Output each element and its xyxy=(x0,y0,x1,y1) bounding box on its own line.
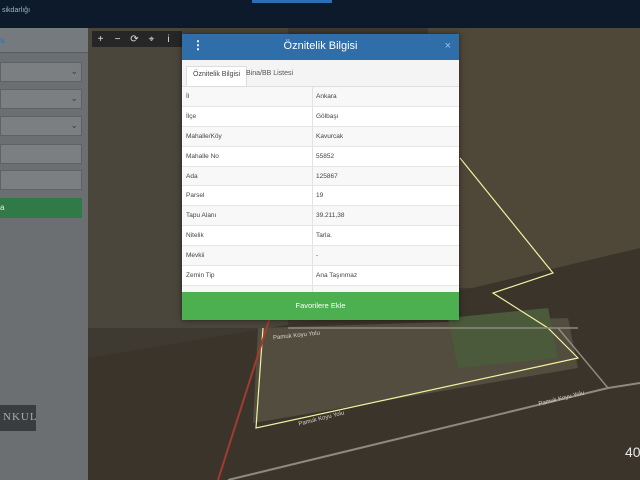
attribute-table: İl Ankara İlçe Gölbaşı Mahalle/Köy Kavurcak Ma… xyxy=(182,87,459,306)
column-divider xyxy=(312,146,313,166)
sidebar-header: is xyxy=(0,28,88,53)
active-tab-indicator xyxy=(252,0,332,3)
refresh-icon[interactable]: ⟳ xyxy=(126,31,143,47)
attribute-key: Mahalle/Köy xyxy=(186,132,222,140)
table-row: İlçe Gölbaşı xyxy=(182,106,459,127)
column-divider xyxy=(312,246,313,266)
attribute-key: Ada xyxy=(186,172,198,180)
table-row: Tapu Alanı 39.211,38 xyxy=(182,206,459,227)
attribute-key: Mevkii xyxy=(186,252,205,260)
column-divider xyxy=(312,186,313,206)
column-divider xyxy=(312,226,313,246)
info-icon[interactable]: i xyxy=(160,31,177,47)
attribute-key: Mahalle No xyxy=(186,152,219,160)
add-to-favorites-label: Favorilere Ekle xyxy=(295,301,346,310)
table-row: İl Ankara xyxy=(182,87,459,107)
chevron-down-icon: ⌄ xyxy=(70,93,78,103)
table-row: Nitelik Tarla. xyxy=(182,226,459,247)
attribute-value: 19 xyxy=(316,192,324,200)
tab-building-list[interactable]: Bina/BB Listesi xyxy=(240,66,299,86)
column-divider xyxy=(312,126,313,146)
column-divider xyxy=(312,87,313,106)
query-button[interactable]: a xyxy=(0,198,82,218)
table-row: Ada 125867 xyxy=(182,166,459,187)
attribute-key: Nitelik xyxy=(186,232,204,240)
watermark-logo: NKUL xyxy=(0,405,38,431)
brand-text: sikdarlığı xyxy=(2,7,31,14)
parsel-input[interactable] xyxy=(0,170,82,190)
table-row: Mevkii - xyxy=(182,246,459,267)
locate-icon[interactable]: ⌖ xyxy=(143,31,160,47)
column-divider xyxy=(312,266,313,285)
attribute-value: Tarla. xyxy=(316,232,332,240)
attribute-key: İl xyxy=(186,93,190,100)
table-row: Mahalle/Köy Kavurcak xyxy=(182,126,459,147)
attribute-value: 125867 xyxy=(316,172,338,180)
add-to-favorites-button[interactable]: Favorilere Ekle xyxy=(182,292,459,320)
attribute-key: Tapu Alanı xyxy=(186,212,217,220)
attribute-value: Ankara xyxy=(316,93,337,100)
il-select[interactable]: ⌄ xyxy=(0,62,82,82)
attribute-value: 55852 xyxy=(316,152,335,160)
dialog-header: ⋮ Öznitelik Bilgisi × xyxy=(182,34,459,60)
map-toolbar: + − ⟳ ⌖ i xyxy=(92,31,182,47)
close-icon[interactable]: × xyxy=(445,40,451,52)
table-row: Zemin Tip Ana Taşınmaz xyxy=(182,266,459,286)
column-divider xyxy=(312,106,313,126)
dialog-tabs: Öznitelik Bilgisi Bina/BB Listesi xyxy=(182,60,459,87)
chevron-down-icon: ⌄ xyxy=(70,120,78,130)
logo-text: NKUL xyxy=(3,411,38,423)
top-bar: sikdarlığı xyxy=(0,0,640,28)
attribute-value: Kavurcak xyxy=(316,132,344,140)
tab-attribute-info[interactable]: Öznitelik Bilgisi xyxy=(186,66,248,86)
chevron-down-icon: ⌄ xyxy=(70,66,78,76)
sidebar-header-label: is xyxy=(0,36,5,45)
attribute-key: Zemin Tip xyxy=(186,272,215,280)
mahalle-select[interactable]: ⌄ xyxy=(0,116,82,136)
zoom-in-icon[interactable]: + xyxy=(92,31,109,47)
column-divider xyxy=(312,206,313,226)
attribute-value: Gölbaşı xyxy=(316,112,339,120)
query-button-label: a xyxy=(0,203,5,212)
ada-input[interactable] xyxy=(0,144,82,164)
zoom-out-icon[interactable]: − xyxy=(109,31,126,47)
attribute-value: 39.211,38 xyxy=(316,212,345,220)
table-row: Parsel 19 xyxy=(182,186,459,207)
table-row: Mahalle No 55852 xyxy=(182,146,459,167)
attribute-value: Ana Taşınmaz xyxy=(316,272,358,280)
attribute-key: Parsel xyxy=(186,192,205,200)
column-divider xyxy=(312,166,313,186)
dialog-title: Öznitelik Bilgisi xyxy=(283,40,358,52)
attribute-value: - xyxy=(316,252,319,260)
ilce-select[interactable]: ⌄ xyxy=(0,89,82,109)
zoom-readout: 40 xyxy=(625,444,640,460)
attribute-info-dialog: ⋮ Öznitelik Bilgisi × Öznitelik Bilgisi … xyxy=(182,34,459,320)
attribute-key: İlçe xyxy=(186,112,197,120)
